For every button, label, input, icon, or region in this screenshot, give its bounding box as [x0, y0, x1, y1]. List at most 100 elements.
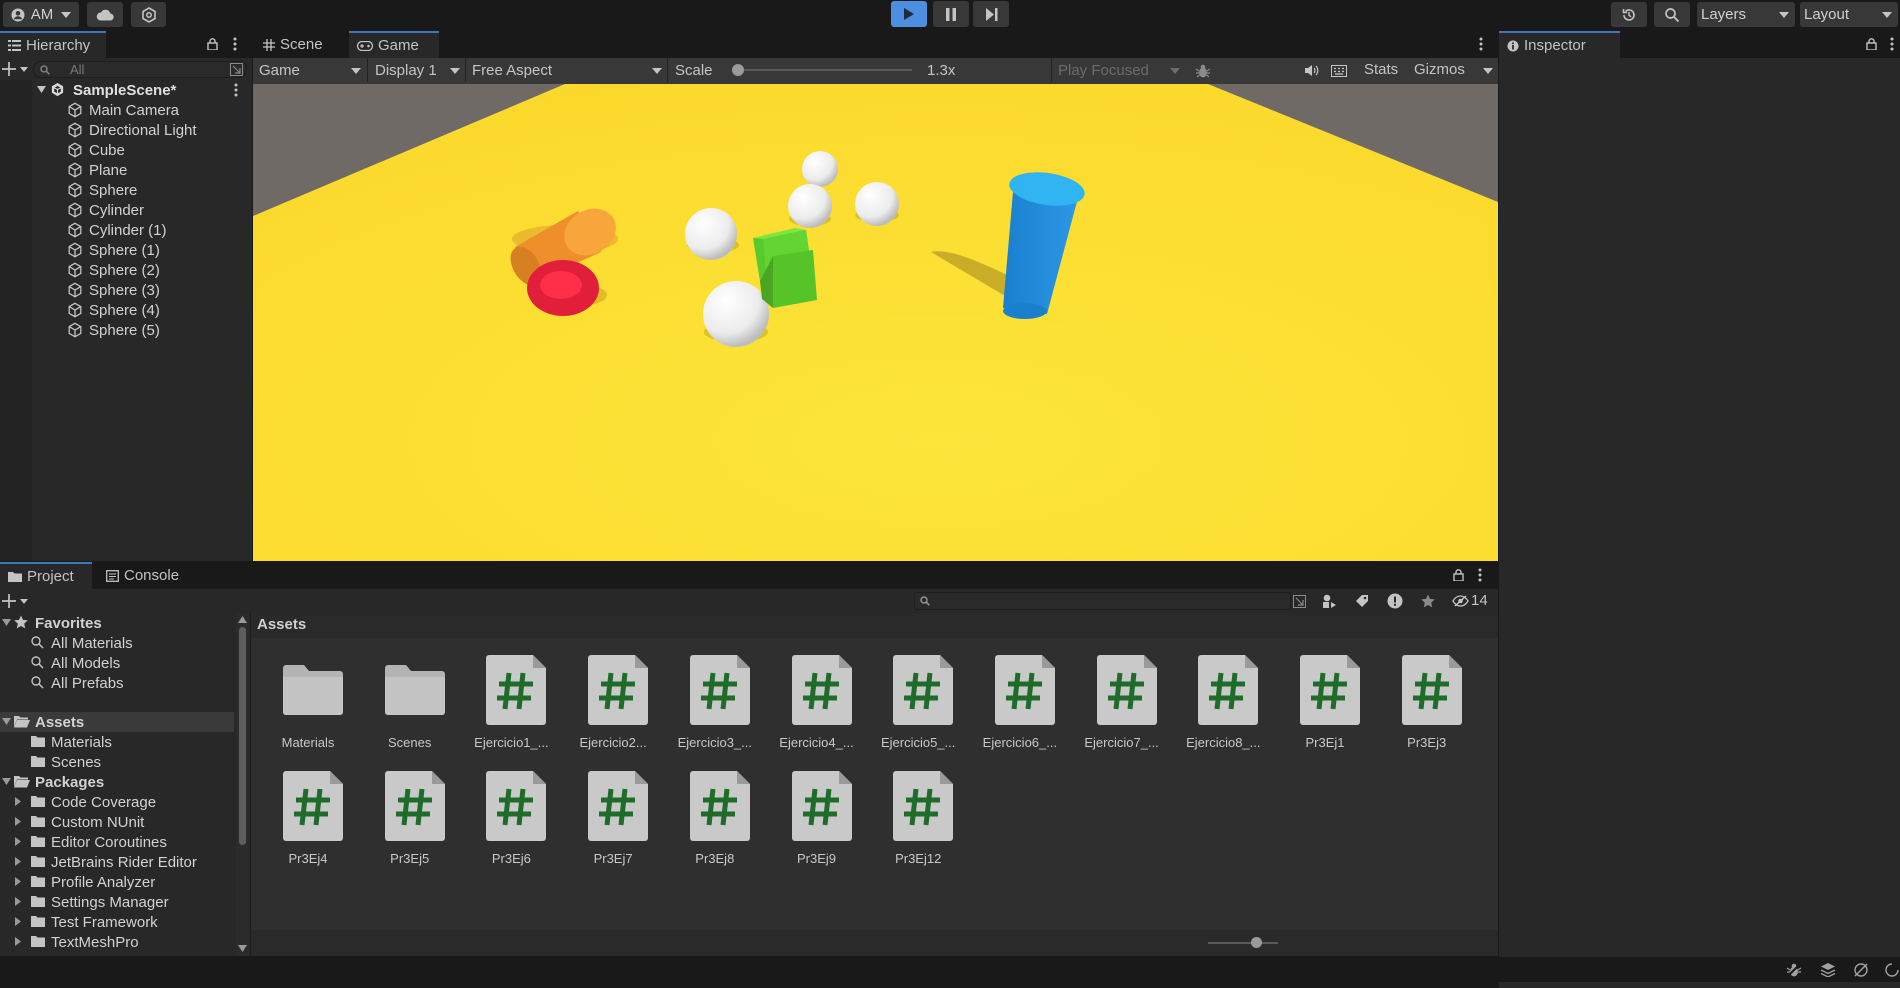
- packages-header[interactable]: Packages: [0, 772, 234, 792]
- play-focused-dropdown[interactable]: Play Focused: [1051, 58, 1181, 82]
- play-button[interactable]: [891, 1, 927, 27]
- filter-type-icon[interactable]: [1322, 594, 1337, 609]
- layers-stack-icon[interactable]: [1820, 962, 1836, 977]
- asset-script[interactable]: Ejercicio5_...: [868, 655, 968, 765]
- speaker-icon[interactable]: [1304, 64, 1319, 77]
- keyboard-icon[interactable]: [1331, 65, 1347, 77]
- account-dropdown[interactable]: AM: [3, 2, 79, 27]
- scene-root-row[interactable]: SampleScene*: [0, 80, 252, 100]
- asset-script[interactable]: Ejercicio7_...: [1072, 655, 1172, 765]
- chevron-right-icon[interactable]: [15, 857, 21, 866]
- debug-bug-icon[interactable]: [1786, 962, 1802, 978]
- asset-script[interactable]: Pr3Ej4: [258, 771, 358, 881]
- more-options-icon[interactable]: [1478, 568, 1482, 582]
- asset-script[interactable]: Pr3Ej5: [360, 771, 460, 881]
- scale-slider-track[interactable]: [742, 69, 912, 71]
- chevron-down-icon[interactable]: [1483, 68, 1493, 74]
- hierarchy-item[interactable]: Sphere: [0, 180, 252, 200]
- search-filter-icon[interactable]: [230, 63, 243, 76]
- hierarchy-item[interactable]: Sphere (3): [0, 280, 252, 300]
- hierarchy-item[interactable]: Sphere (4): [0, 300, 252, 320]
- hierarchy-item[interactable]: Sphere (5): [0, 320, 252, 340]
- asset-script[interactable]: Pr3Ej12: [868, 771, 968, 881]
- search-button[interactable]: [1654, 2, 1690, 27]
- lock-icon[interactable]: [1453, 569, 1464, 581]
- hierarchy-item[interactable]: Plane: [0, 160, 252, 180]
- lock-icon[interactable]: [207, 38, 218, 50]
- folder-tree-item[interactable]: All Prefabs: [0, 673, 234, 693]
- icon-size-slider-track[interactable]: [1208, 942, 1278, 944]
- asset-script[interactable]: Ejercicio3_...: [665, 655, 765, 765]
- chevron-right-icon[interactable]: [15, 917, 21, 926]
- hierarchy-item[interactable]: Cylinder (1): [0, 220, 252, 240]
- chevron-right-icon[interactable]: [15, 817, 21, 826]
- pause-button[interactable]: [933, 1, 969, 27]
- step-button[interactable]: [973, 1, 1009, 27]
- asset-script[interactable]: Pr3Ej6: [461, 771, 561, 881]
- create-plus-icon[interactable]: [2, 61, 28, 77]
- folder-tree-item[interactable]: Custom NUnit: [0, 812, 234, 832]
- scroll-up-icon[interactable]: [238, 616, 247, 623]
- warning-filter-icon[interactable]: [1387, 593, 1403, 609]
- lock-icon[interactable]: [1866, 38, 1877, 50]
- chevron-down-icon[interactable]: [2, 619, 11, 626]
- hierarchy-item[interactable]: Directional Light: [0, 120, 252, 140]
- chevron-right-icon[interactable]: [15, 877, 21, 886]
- chevron-right-icon[interactable]: [15, 797, 21, 806]
- hierarchy-item[interactable]: Main Camera: [0, 100, 252, 120]
- asset-script[interactable]: Pr3Ej3: [1377, 655, 1477, 765]
- asset-script[interactable]: Pr3Ej7: [563, 771, 663, 881]
- game-viewport[interactable]: [253, 84, 1498, 561]
- folder-tree-item[interactable]: JetBrains Rider Editor: [0, 852, 234, 872]
- asset-folder[interactable]: Materials: [258, 655, 358, 765]
- more-options-icon[interactable]: [234, 83, 238, 97]
- layout-dropdown[interactable]: Layout: [1800, 2, 1898, 27]
- folder-tree-item[interactable]: All Models: [0, 653, 234, 673]
- chevron-right-icon[interactable]: [15, 937, 21, 946]
- tab-console[interactable]: Console: [98, 562, 194, 589]
- folder-tree-item[interactable]: Code Coverage: [0, 792, 234, 812]
- history-button[interactable]: [1611, 2, 1647, 27]
- tab-project[interactable]: Project: [0, 562, 92, 589]
- folder-tree-item[interactable]: TextMeshPro: [0, 932, 234, 952]
- search-scope-icon[interactable]: [1293, 595, 1306, 608]
- folder-tree-item[interactable]: Materials: [0, 732, 234, 752]
- stats-button[interactable]: Stats: [1364, 61, 1398, 78]
- star-icon[interactable]: [1421, 594, 1435, 608]
- asset-script[interactable]: Ejercicio6_...: [970, 655, 1070, 765]
- asset-folder[interactable]: Scenes: [360, 655, 460, 765]
- folder-tree-item[interactable]: Profile Analyzer: [0, 872, 234, 892]
- chevron-right-icon[interactable]: [15, 897, 21, 906]
- game-mode-dropdown[interactable]: Game: [253, 58, 365, 82]
- favorites-header[interactable]: Favorites: [0, 613, 234, 633]
- hierarchy-item[interactable]: Cylinder: [0, 200, 252, 220]
- scale-slider-handle[interactable]: [732, 64, 744, 76]
- bug-icon[interactable]: [1195, 63, 1211, 79]
- asset-script[interactable]: Ejercicio2...: [563, 655, 663, 765]
- display-dropdown[interactable]: Display 1: [367, 58, 463, 82]
- network-icon[interactable]: [1853, 962, 1869, 978]
- scrollbar-thumb[interactable]: [239, 627, 246, 845]
- eye-slash-icon[interactable]: [1452, 595, 1469, 607]
- label-tag-icon[interactable]: [1355, 594, 1369, 608]
- cloud-button[interactable]: [87, 2, 123, 27]
- hierarchy-item[interactable]: Cube: [0, 140, 252, 160]
- chevron-down-icon[interactable]: [2, 778, 11, 785]
- icon-size-slider-handle[interactable]: [1251, 937, 1262, 948]
- asset-script[interactable]: Ejercicio4_...: [767, 655, 867, 765]
- folder-tree-scrollbar[interactable]: [236, 613, 249, 956]
- folder-tree-item[interactable]: Editor Coroutines: [0, 832, 234, 852]
- chevron-down-icon[interactable]: [2, 718, 11, 725]
- folder-tree-item[interactable]: Settings Manager: [0, 892, 234, 912]
- scroll-down-icon[interactable]: [238, 945, 247, 952]
- tab-game[interactable]: Game: [349, 31, 439, 58]
- folder-tree-item[interactable]: Test Framework: [0, 912, 234, 932]
- asset-script[interactable]: Pr3Ej1: [1275, 655, 1375, 765]
- more-options-icon[interactable]: [1479, 37, 1483, 51]
- more-options-icon[interactable]: [1890, 37, 1894, 51]
- tab-scene[interactable]: Scene: [255, 31, 345, 58]
- asset-script[interactable]: Pr3Ej9: [767, 771, 867, 881]
- aspect-dropdown[interactable]: Free Aspect: [465, 58, 665, 82]
- services-button[interactable]: [131, 2, 166, 27]
- hierarchy-item[interactable]: Sphere (1): [0, 240, 252, 260]
